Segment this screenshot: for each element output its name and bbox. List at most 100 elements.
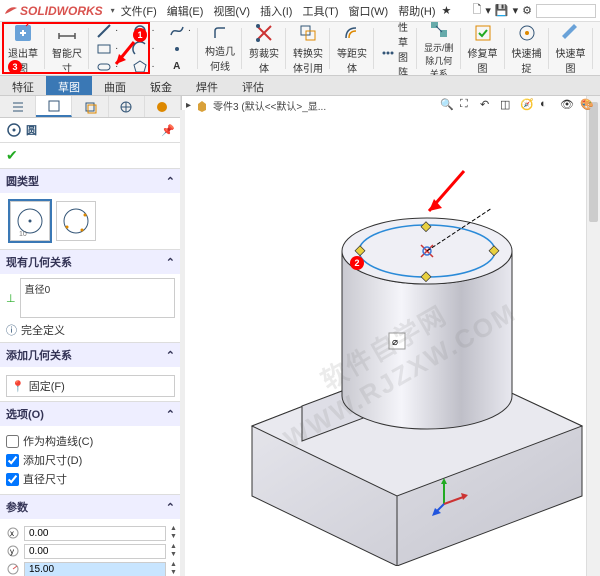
pm-tabs bbox=[0, 96, 181, 118]
repair-sketch-button[interactable]: 修复草 图 bbox=[468, 22, 498, 75]
options-icon[interactable]: ⚙ bbox=[522, 4, 532, 17]
prev-view-icon[interactable]: ↶ bbox=[480, 98, 496, 114]
add-dim-checkbox[interactable] bbox=[6, 454, 19, 467]
add-dim-label: 添加尺寸(D) bbox=[23, 452, 82, 468]
search-input[interactable] bbox=[536, 4, 596, 18]
trim-button[interactable]: 剪裁实 体 bbox=[249, 22, 279, 75]
relation-item[interactable]: 直径0 bbox=[25, 285, 51, 296]
circle-type-perimeter[interactable] bbox=[56, 201, 96, 241]
section-circle-type[interactable]: 圆类型 ⌃ bbox=[0, 169, 181, 193]
pm-pin-icon[interactable]: 📌 bbox=[161, 124, 175, 137]
pm-tab-feature[interactable] bbox=[0, 96, 36, 117]
save-icon[interactable]: 💾 bbox=[495, 4, 509, 17]
opt-diam-dim[interactable]: 直径尺寸 bbox=[6, 471, 175, 487]
text-tool[interactable]: A bbox=[169, 59, 191, 75]
display-relations-button[interactable]: 显示/删 除几何 关系 bbox=[424, 22, 454, 76]
fillet-tool[interactable] bbox=[212, 25, 228, 41]
dropdown-icon[interactable]: ▾ bbox=[111, 6, 115, 15]
view-orient-icon[interactable]: 🧭 bbox=[520, 98, 536, 114]
rapid-sketch-button[interactable]: 快速草 图 bbox=[556, 22, 586, 75]
print-icon[interactable]: ▾ bbox=[513, 4, 519, 17]
r-spin[interactable]: ▲▼ bbox=[170, 561, 177, 576]
convert-label: 转换实 体引用 bbox=[293, 45, 323, 75]
param-cy-row: y ▲▼ bbox=[6, 543, 175, 559]
param-cx-input[interactable] bbox=[24, 526, 166, 541]
info-icon: ⓘ bbox=[6, 322, 17, 338]
spline-tool[interactable]: · bbox=[169, 23, 191, 39]
canvas-scrollbar[interactable] bbox=[586, 96, 600, 576]
cx-spin[interactable]: ▲▼ bbox=[170, 525, 177, 541]
scrollbar-thumb[interactable] bbox=[589, 102, 598, 222]
diam-dim-label: 直径尺寸 bbox=[23, 471, 67, 487]
add-fix-button[interactable]: 📍 固定(F) bbox=[6, 375, 175, 397]
section-params[interactable]: 参数 ⌃ bbox=[0, 495, 181, 519]
star-icon[interactable]: ★ bbox=[442, 4, 452, 17]
tab-sketch[interactable]: 草图 bbox=[46, 76, 92, 95]
fix-icon: 📍 bbox=[11, 380, 25, 393]
rapid-sketch-label: 快速草 图 bbox=[556, 45, 586, 75]
point-tool[interactable] bbox=[169, 41, 191, 57]
pm-tab-config[interactable] bbox=[72, 96, 108, 117]
param-r-input[interactable] bbox=[24, 562, 166, 576]
expand-tree-icon[interactable]: ▸ bbox=[186, 100, 191, 111]
zoom-fit-icon[interactable]: 🔍 bbox=[440, 98, 456, 114]
menu-file[interactable]: 文件(F) bbox=[117, 3, 161, 19]
tab-weldment[interactable]: 焊件 bbox=[184, 76, 230, 95]
model-view[interactable]: ⌀ bbox=[182, 96, 600, 566]
menu-view[interactable]: 视图(V) bbox=[209, 3, 254, 19]
zoom-area-icon[interactable]: ⛶ bbox=[460, 98, 476, 114]
menu-insert[interactable]: 插入(I) bbox=[256, 3, 296, 19]
ok-button[interactable]: ✔ bbox=[6, 147, 18, 164]
offset-icon[interactable] bbox=[342, 23, 362, 43]
convert-entities-button[interactable]: 转换实 体引用 bbox=[293, 22, 323, 75]
menu-edit[interactable]: 编辑(E) bbox=[163, 3, 208, 19]
linear-pattern-button[interactable]: 线性草图阵列 bbox=[381, 22, 410, 76]
relation-list-icon: ⊥ bbox=[6, 278, 16, 318]
smart-dim-label: 智能尺 寸 bbox=[52, 45, 82, 75]
part-title[interactable]: 零件3 (默认<<默认>_显... bbox=[213, 98, 326, 113]
tab-features[interactable]: 特征 bbox=[0, 76, 46, 95]
construction-checkbox[interactable] bbox=[6, 435, 19, 448]
section-add-relations[interactable]: 添加几何关系 ⌃ bbox=[0, 343, 181, 367]
new-doc-icon[interactable]: 🗋 bbox=[473, 1, 482, 20]
cx-icon: x bbox=[6, 526, 20, 540]
diam-dim-checkbox[interactable] bbox=[6, 473, 19, 486]
edit-appearance-icon[interactable]: 🎨 bbox=[580, 98, 596, 114]
cy-spin[interactable]: ▲▼ bbox=[170, 543, 177, 559]
menu-help[interactable]: 帮助(H) bbox=[394, 3, 439, 19]
param-cy-input[interactable] bbox=[24, 544, 166, 559]
circle-cmd-icon bbox=[6, 122, 22, 138]
section-view-icon[interactable]: ◫ bbox=[500, 98, 516, 114]
open-doc-icon[interactable]: ▾ bbox=[485, 4, 491, 17]
opt-construction[interactable]: 作为构造线(C) bbox=[6, 433, 175, 449]
line-tool[interactable]: · bbox=[96, 23, 118, 39]
exit-sketch-icon bbox=[12, 22, 34, 44]
relations-list[interactable]: 直径0 bbox=[20, 278, 175, 318]
menu-window[interactable]: 窗口(W) bbox=[345, 3, 393, 19]
circle-type-center[interactable]: 10 bbox=[10, 201, 50, 241]
quick-snap-button[interactable]: 快速捕 捉 bbox=[512, 22, 542, 75]
section-options[interactable]: 选项(O) ⌃ bbox=[0, 402, 181, 426]
pm-tab-property[interactable] bbox=[36, 96, 72, 117]
tab-evaluate[interactable]: 评估 bbox=[230, 76, 276, 95]
pm-tab-dim[interactable] bbox=[109, 96, 145, 117]
pm-scroll[interactable]: 圆类型 ⌃ 10 现有几何关系 ⌃ ⊥ bbox=[0, 169, 181, 576]
annotation-arrow-1 bbox=[414, 166, 474, 226]
pm-tab-appearance[interactable] bbox=[145, 96, 181, 117]
dimxpert-icon bbox=[119, 100, 133, 114]
opt-add-dim[interactable]: 添加尺寸(D) bbox=[6, 452, 175, 468]
view-toolbar: 🔍 ⛶ ↶ ◫ 🧭 ◐ 👁 🎨 bbox=[440, 98, 596, 114]
relations-icon bbox=[428, 22, 450, 40]
smart-dimension-button[interactable]: 智能尺 寸 bbox=[52, 22, 82, 75]
menu-tools[interactable]: 工具(T) bbox=[298, 3, 342, 19]
config-icon bbox=[83, 100, 97, 114]
collapse-icon: ⌃ bbox=[166, 175, 175, 188]
param-r-row: ▲▼ bbox=[6, 561, 175, 576]
graphics-area[interactable]: ▸ 零件3 (默认<<默认>_显... 🔍 ⛶ ↶ ◫ 🧭 ◐ 👁 🎨 软件自学… bbox=[182, 96, 600, 576]
hide-show-icon[interactable]: 👁 bbox=[560, 98, 576, 114]
panel-splitter[interactable] bbox=[180, 110, 185, 576]
display-style-icon[interactable]: ◐ bbox=[540, 98, 556, 114]
param-cx-row: x ▲▼ bbox=[6, 525, 175, 541]
view-triad[interactable] bbox=[432, 476, 472, 516]
section-relations[interactable]: 现有几何关系 ⌃ bbox=[0, 250, 181, 274]
